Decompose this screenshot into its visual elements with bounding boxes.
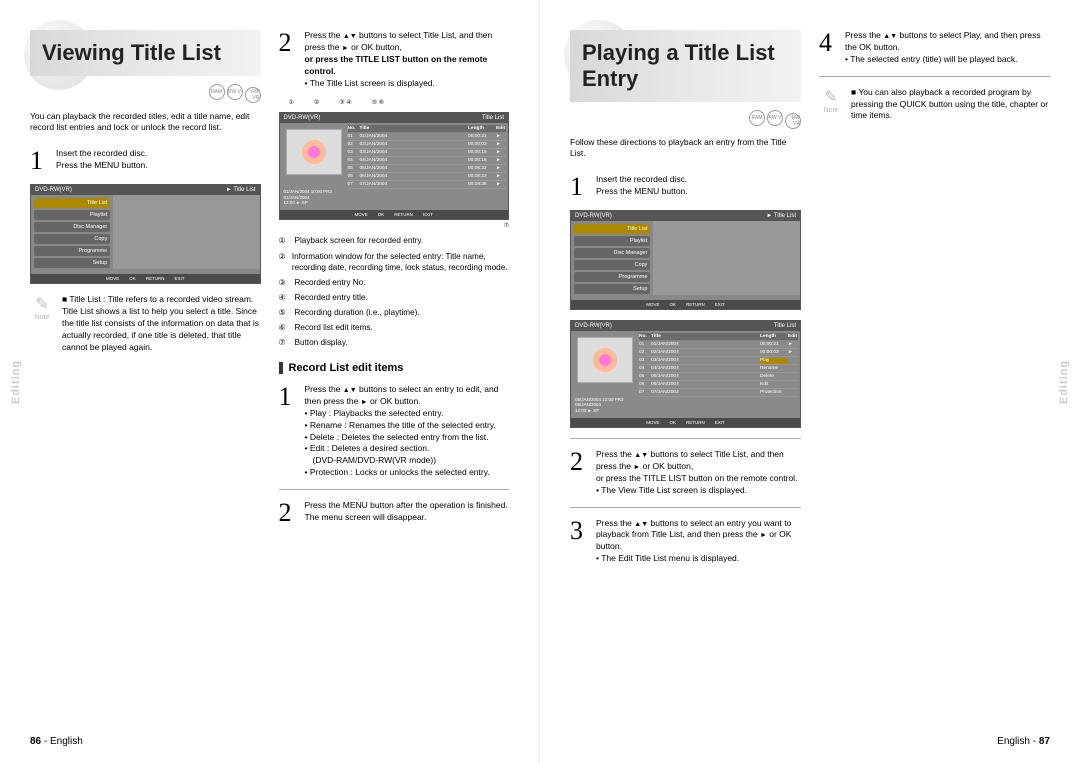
up-down-icon [634,518,648,528]
intro-text-right: Follow these directions to playback an e… [570,137,801,160]
note-icon: ✎Note [30,294,54,353]
step-number: 1 [30,148,48,174]
page-title-viewing: Viewing Title List [30,30,261,76]
step-number: 2 [279,30,297,89]
edit-menu-screenshot: DVD-RW(VR)Title List 05/JAN/2004 12:00 P… [570,320,801,428]
edit-edit: Edit : Deletes a desired section.(DVD-RA… [305,443,510,467]
step-number: 2 [279,500,297,526]
side-tab-editing: Editing [1058,359,1070,403]
edit-play: Play : Playbacks the selected entry. [305,408,510,420]
r-step4-b: The selected entry (title) will be playe… [845,54,1050,66]
callout-7: ⑦ [279,222,510,229]
up-down-icon [343,30,357,40]
step-number: 3 [570,518,588,566]
subhead-record-edit: Record List edit items [279,362,510,374]
r-step1-a: Insert the recorded disc. [596,174,801,186]
step-number: 2 [570,449,588,497]
r-step2-c: The View Title List screen is displayed. [596,485,801,497]
step2-line2: or press the TITLE LIST button on the re… [305,54,510,78]
up-down-icon [343,384,357,394]
disc-compat-icons: RAMRW VRW VR [30,84,261,103]
r-step2-a: Press the buttons to select Title List, … [596,449,801,473]
r-step3-b: The Edit Title List menu is displayed. [596,553,801,565]
page-footer-right: English - 87 [997,736,1050,747]
intro-text-left: You can playback the recorded titles, ed… [30,111,261,134]
disc-compat-icons: RAMRW VRW VR [570,110,801,129]
play-icon [342,42,349,52]
play-icon [760,529,767,539]
step-number: 1 [279,384,297,479]
play-icon [361,396,368,406]
page-title-playing: Playing a Title List Entry [570,30,801,102]
rstep1-main: Press the buttons to select an entry to … [305,384,510,408]
up-down-icon [634,449,648,459]
r-step1-b: Press the MENU button. [596,186,801,198]
side-tab-editing: Editing [10,359,22,403]
note-icon: ✎Note [819,87,843,123]
rstep2: Press the MENU button after the operatio… [305,500,510,526]
page-footer-left: 86 - English [30,736,83,747]
menu-screenshot-right: DVD-RW(VR)► Title List Title List Playli… [570,210,801,310]
note-title-list: Title List : Title refers to a recorded … [62,294,261,353]
step1-line2: Press the MENU button. [56,160,261,172]
step1-line1: Insert the recorded disc. [56,148,261,160]
step2-line1: Press the buttons to select Title List, … [305,30,510,54]
callout-numbers: ①②③ ④⑤ ⑥ [289,99,510,106]
step2-line3: The Title List screen is displayed. [305,78,510,90]
edit-protection: Protection : Locks or unlocks the select… [305,467,510,479]
menu-screenshot-left: DVD-RW(VR)► Title List Title List Playli… [30,184,261,284]
step-number: 4 [819,30,837,66]
legend-list: ①Playback screen for recorded entry. ②In… [279,235,510,348]
step-number: 1 [570,174,588,200]
up-down-icon [883,30,897,40]
title-list-screenshot: DVD-RW(VR)Title List 01/JAN/2004 10:00 P… [279,112,510,220]
edit-delete: Delete : Deletes the selected entry from… [305,432,510,444]
r-step4-a: Press the buttons to select Play, and th… [845,30,1050,54]
note-quick-button: You can also playback a recorded program… [851,87,1050,123]
r-step2-b: or press the TITLE LIST button on the re… [596,473,801,485]
r-step3-a: Press the buttons to select an entry you… [596,518,801,554]
edit-rename: Rename : Renames the title of the select… [305,420,510,432]
